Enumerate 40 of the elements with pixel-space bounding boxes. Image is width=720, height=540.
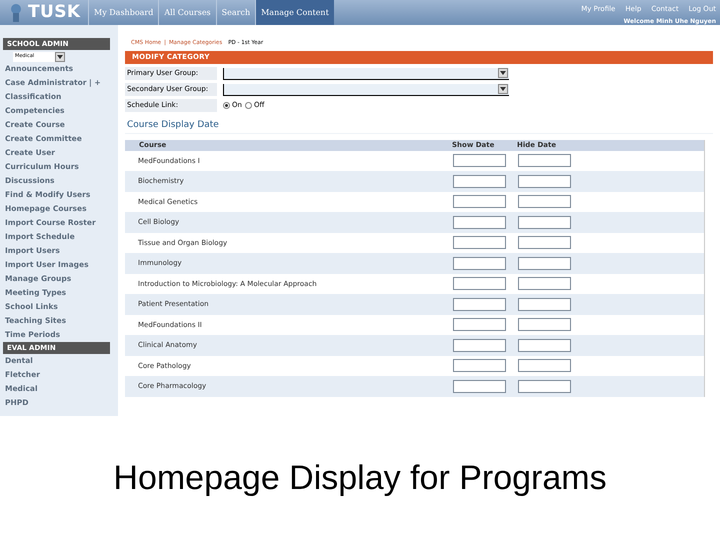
dropdown-button[interactable] xyxy=(55,52,65,62)
dropdown-button[interactable] xyxy=(498,84,508,94)
show-date-field[interactable] xyxy=(453,318,506,332)
section-title: Course Display Date xyxy=(125,119,713,134)
radio-button[interactable] xyxy=(244,102,252,109)
show-date-field[interactable] xyxy=(453,174,506,188)
caret-icon xyxy=(500,87,506,91)
mascot-icon xyxy=(8,2,24,22)
hide-date-field[interactable] xyxy=(518,256,571,270)
show-date-field[interactable] xyxy=(453,298,506,311)
hide-date-field[interactable] xyxy=(518,380,571,393)
hide-date-field[interactable] xyxy=(518,359,571,372)
caret-icon xyxy=(500,71,506,75)
nav-tab[interactable]: Manage Content xyxy=(255,0,334,25)
select-field[interactable] xyxy=(223,68,509,80)
show-date-field[interactable] xyxy=(453,359,506,372)
hide-date-field[interactable] xyxy=(518,236,571,250)
show-date-field[interactable] xyxy=(453,195,506,208)
show-date-field[interactable] xyxy=(453,154,506,168)
hide-date-field[interactable] xyxy=(518,298,571,311)
logo-text: TUSK xyxy=(28,0,81,24)
hide-date-field[interactable] xyxy=(518,174,571,188)
show-date-field[interactable] xyxy=(453,256,506,270)
show-date-field[interactable] xyxy=(453,216,506,229)
dropdown-button[interactable] xyxy=(498,68,508,78)
hide-date-field[interactable] xyxy=(518,318,571,332)
select-field[interactable] xyxy=(223,84,509,96)
slide-caption: Homepage Display for Programs xyxy=(113,458,607,498)
nav-tab[interactable]: All Courses xyxy=(158,0,216,25)
show-date-field[interactable] xyxy=(453,236,506,250)
show-date-field[interactable] xyxy=(453,380,506,393)
hide-date-field[interactable] xyxy=(518,216,571,229)
hide-date-field[interactable] xyxy=(518,277,571,290)
hide-date-field[interactable] xyxy=(518,195,571,208)
hide-date-field[interactable] xyxy=(518,154,571,168)
hide-date-field[interactable] xyxy=(518,338,571,352)
show-date-field[interactable] xyxy=(453,277,506,290)
caret-icon xyxy=(57,55,63,59)
show-date-field[interactable] xyxy=(453,338,506,352)
radio-button[interactable] xyxy=(223,102,230,109)
